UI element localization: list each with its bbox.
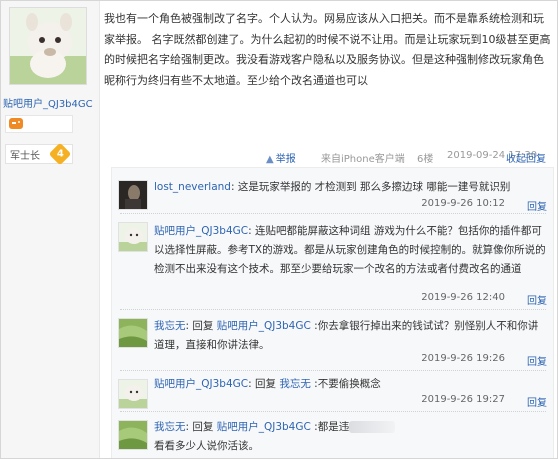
commenter-avatar[interactable] <box>118 180 148 210</box>
comment-time: 2019-9-26 10:12 <box>421 198 505 209</box>
comment-body: 贴吧用户_QJ3b4GC: 连贴吧都能屏蔽这种词组 游戏为什么不能？包括你的插件… <box>154 222 546 279</box>
comment-time: 2019-9-26 12:40 <box>421 292 505 303</box>
user-sidebar: 贴吧用户_QJ3b4GC 军士长 4 <box>1 1 100 458</box>
comment-text: : 这是玩家举报的 才检测到 那么多擦边球 哪能一建号就识别 <box>230 181 511 193</box>
reply-button[interactable]: 回复 <box>527 353 547 368</box>
commenter-name[interactable]: 我忘无 <box>154 320 186 332</box>
post-tail: ▲ 举报 来自iPhone客户端 6楼 2019-09-24 17:30 收起回复 <box>104 150 554 166</box>
post-floor: 贴吧用户_QJ3b4GC 军士长 4 我也有一个角色被强制改了名字。个人认为。网… <box>0 0 558 459</box>
post-floor-number: 6楼 <box>417 154 434 165</box>
level-badge: 4 <box>48 142 72 166</box>
commenter-name[interactable]: lost_neverland <box>154 181 231 193</box>
commenter-avatar[interactable] <box>118 420 148 450</box>
report-flag-icon: ▲ <box>266 154 274 165</box>
sub-comment: 贴吧用户_QJ3b4GC: 连贴吧都能屏蔽这种词组 游戏为什么不能？包括你的插件… <box>112 214 553 309</box>
alpaca-avatar-image <box>10 8 86 84</box>
gamepad-icon[interactable] <box>9 118 23 129</box>
collapse-replies-button[interactable]: 收起回复 <box>506 150 546 165</box>
commenter-avatar[interactable] <box>118 379 148 409</box>
blurred-text <box>349 421 396 433</box>
comment-body: 我忘无: 回复 贴吧用户_QJ3b4GC :都是违 看看多少人说你活该。 <box>154 418 546 456</box>
user-avatar[interactable] <box>9 7 87 85</box>
user-icon-row <box>5 115 73 133</box>
comment-time: 2019-9-26 19:27 <box>421 394 505 405</box>
comment-body: 贴吧用户_QJ3b4GC: 回复 我忘无 :不要偷换概念 <box>154 378 381 390</box>
sub-comment: 贴吧用户_QJ3b4GC: 回复 我忘无 :不要偷换概念 2019-9-26 1… <box>112 371 553 411</box>
comment-text: :不要偷换概念 <box>310 378 381 390</box>
commenter-name[interactable]: 贴吧用户_QJ3b4GC <box>154 225 248 237</box>
reply-button[interactable]: 回复 <box>527 394 547 409</box>
sub-comment: lost_neverland: 这是玩家举报的 才检测到 那么多擦边球 哪能一建… <box>112 168 553 214</box>
post-text: 我也有一个角色被强制改了名字。个人认为。网易应该从入口把关。而不是靠系统检测和玩… <box>104 12 551 87</box>
reply-button[interactable]: 回复 <box>527 292 547 307</box>
reply-target-name[interactable]: 我忘无 <box>279 378 311 390</box>
commenter-name[interactable]: 我忘无 <box>154 421 186 433</box>
post-content: 我也有一个角色被强制改了名字。个人认为。网易应该从入口把关。而不是靠系统检测和玩… <box>104 9 551 91</box>
comment-body: 我忘无: 回复 贴吧用户_QJ3b4GC :你去拿银行掉出来的钱试试？别怪别人不… <box>154 320 539 351</box>
commenter-avatar[interactable] <box>118 318 148 348</box>
sub-comment: 我忘无: 回复 贴吧用户_QJ3b4GC :都是违 看看多少人说你活该。 <box>112 412 553 458</box>
comment-time: 2019-9-26 19:26 <box>421 353 505 364</box>
reply-target-name[interactable]: 贴吧用户_QJ3b4GC <box>217 320 311 332</box>
sub-comment: 我忘无: 回复 贴吧用户_QJ3b4GC :你去拿银行掉出来的钱试试？别怪别人不… <box>112 310 553 370</box>
comment-text: :都是违 <box>310 421 350 433</box>
sub-comment-list: lost_neverland: 这是玩家举报的 才检测到 那么多擦边球 哪能一建… <box>111 167 554 458</box>
reply-target-name[interactable]: 贴吧用户_QJ3b4GC <box>217 421 311 433</box>
user-name[interactable]: 贴吧用户_QJ3b4GC <box>3 95 99 110</box>
comment-text-continued: 看看多少人说你活该。 <box>154 440 259 452</box>
report-button[interactable]: ▲ 举报 <box>266 150 296 165</box>
user-level[interactable]: 军士长 4 <box>5 142 73 166</box>
post-source: 来自iPhone客户端 <box>321 154 405 165</box>
comment-body: lost_neverland: 这是玩家举报的 才检测到 那么多擦边球 哪能一建… <box>154 178 546 197</box>
level-title: 军士长 <box>10 151 40 162</box>
reply-button[interactable]: 回复 <box>527 198 547 213</box>
commenter-name[interactable]: 贴吧用户_QJ3b4GC <box>154 378 248 390</box>
commenter-avatar[interactable] <box>118 222 148 252</box>
